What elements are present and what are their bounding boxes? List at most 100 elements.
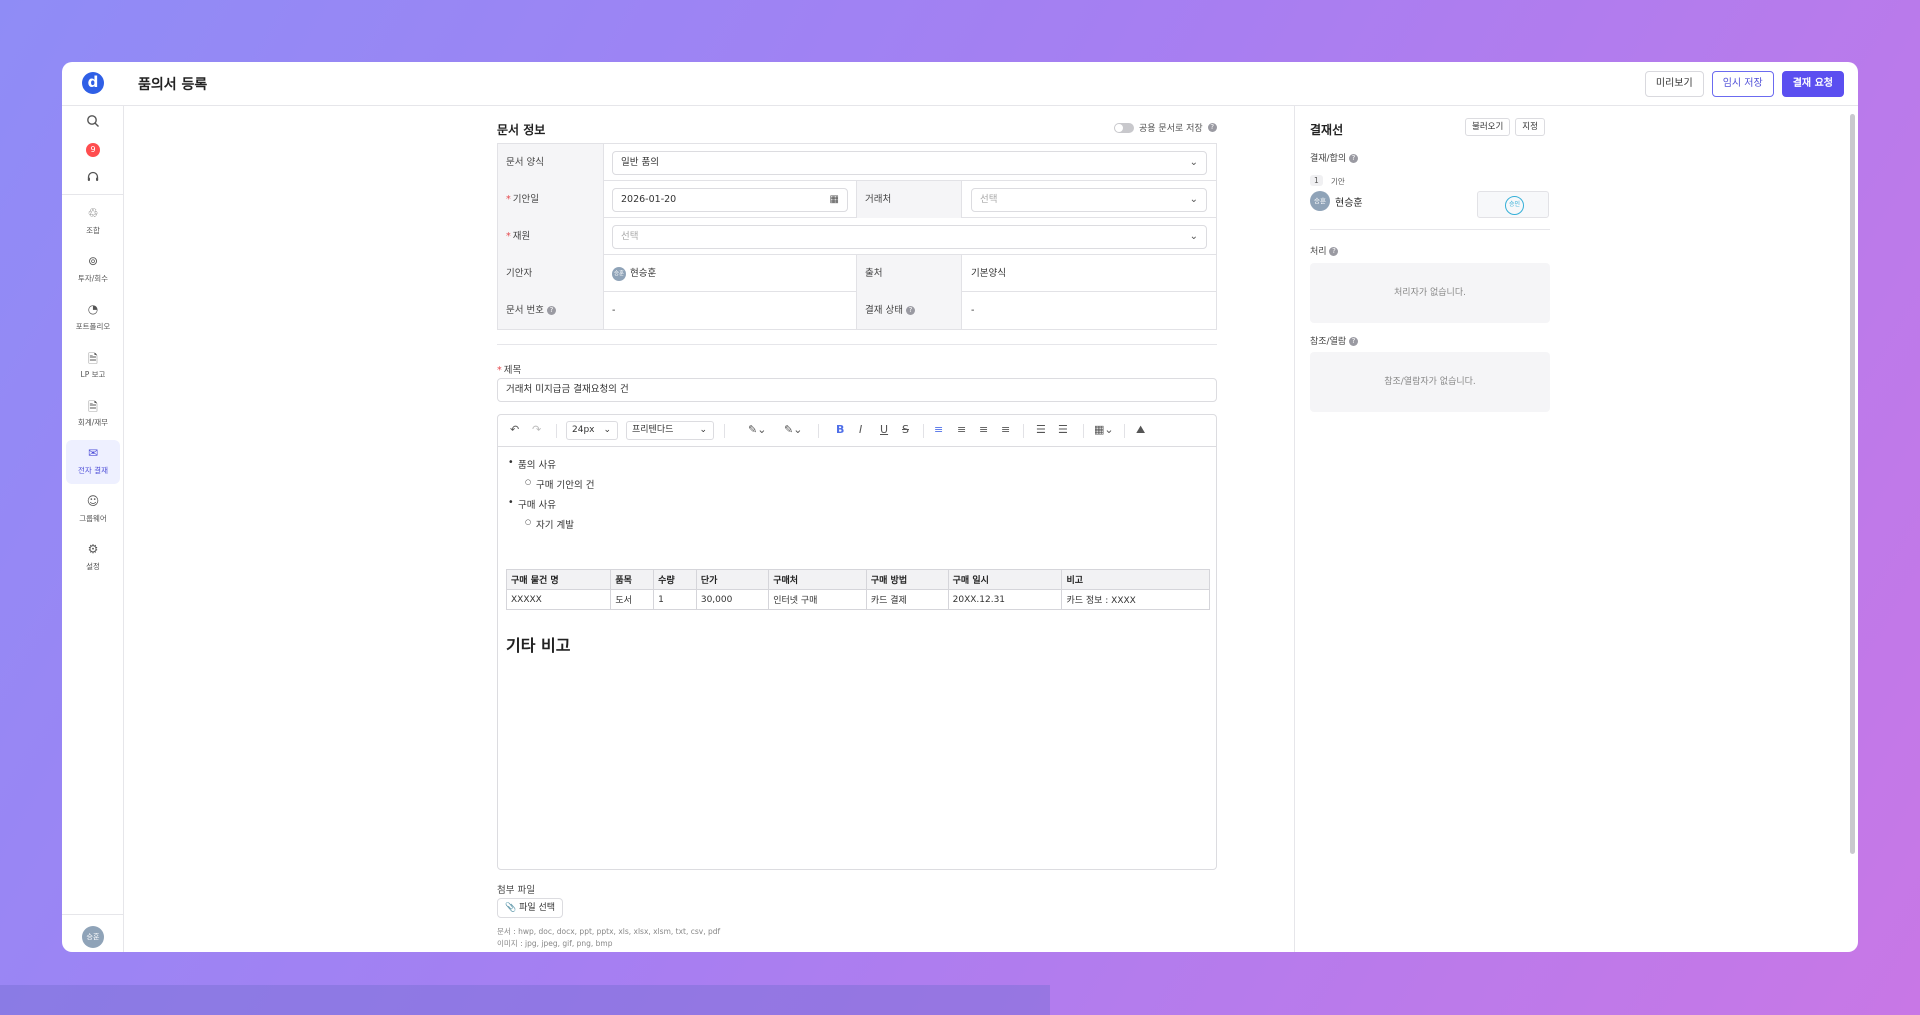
scrollbar[interactable] [1850, 114, 1855, 854]
preview-button[interactable]: 미리보기 [1644, 71, 1704, 97]
table-cell[interactable]: 30,000 [695, 589, 770, 610]
header-actions: 미리보기 임시 저장 결재 요청 [1644, 71, 1844, 97]
sidebar-item-union[interactable]: ♲ 조합 [66, 200, 120, 244]
sidebar-item-investment[interactable]: ⊚ 투자/회수 [66, 248, 120, 292]
approval-request-button[interactable]: 결재 요청 [1781, 71, 1844, 97]
approval-line-actions: 불러오기 지정 [1465, 118, 1545, 136]
form-type-select[interactable]: 일반 품의 ⌄ [612, 151, 1207, 175]
highlight-icon[interactable]: ✎⌄ [784, 423, 802, 436]
draft-date-input[interactable]: 2026-01-20 ▦ [612, 188, 848, 212]
list-item: 품의 사유 [508, 457, 556, 471]
approval-line-title: 결재선 [1310, 123, 1344, 137]
chevron-down-icon: ⌄ [603, 425, 611, 435]
bold-icon[interactable]: B [836, 423, 844, 436]
temp-save-button[interactable]: 임시 저장 [1711, 71, 1774, 97]
sidebar-item-settings[interactable]: ⚙ 설정 [66, 536, 120, 580]
table-header: 비고 [1061, 569, 1210, 590]
help-icon[interactable]: ? [906, 306, 916, 315]
sidebar-item-groupware[interactable]: ☺ 그룹웨어 [66, 488, 120, 532]
sidebar-item-lp-report[interactable]: 🗎 LP 보고 [66, 344, 120, 388]
toggle-switch[interactable] [1114, 122, 1134, 133]
form-type-value: 일반 품의 [621, 157, 659, 168]
help-icon[interactable]: ? [1349, 154, 1359, 163]
notification-badge[interactable]: 9 [86, 143, 100, 157]
drafter-value: 승훈 현승훈 [612, 266, 657, 281]
editor-toolbar: ↶ ↷ 24px ⌄ 프리텐다드 ⌄ ✎⌄ ✎⌄ B I U S ≡ ≡ ≡ ≡… [498, 415, 1216, 447]
table-cell[interactable]: XXXXX [505, 589, 612, 610]
image-icon[interactable]: ⛰ [1136, 423, 1145, 437]
table-row: XXXXX 도서 1 30,000 인터넷 구매 카드 결제 20XX.12.3… [505, 589, 1210, 610]
approver: 승훈 현승훈 [1310, 191, 1363, 211]
table-icon[interactable]: ▦⌄ [1094, 423, 1114, 436]
numbered-list-icon[interactable]: ☰ [1058, 423, 1068, 436]
toolbar-separator [818, 424, 819, 438]
underline-icon[interactable]: U [880, 423, 888, 436]
section-divider [497, 344, 1217, 345]
sidebar-item-portfolio[interactable]: ◔ 포트폴리오 [66, 296, 120, 340]
text-color-icon[interactable]: ✎⌄ [748, 423, 766, 436]
table-cell[interactable]: 카드 결제 [865, 589, 949, 610]
vendor-select[interactable]: 선택 ⌄ [971, 188, 1207, 212]
table-cell[interactable]: 1 [653, 589, 697, 610]
help-icon[interactable]: ? [1349, 337, 1359, 346]
table-header: 단가 [695, 569, 770, 590]
list-item: 구매 기안의 건 [525, 477, 595, 491]
rich-text-editor[interactable]: ↶ ↷ 24px ⌄ 프리텐다드 ⌄ ✎⌄ ✎⌄ B I U S ≡ ≡ ≡ ≡… [497, 414, 1217, 870]
table-cell[interactable]: 20XX.12.31 [947, 589, 1063, 610]
headset-icon[interactable] [62, 170, 124, 188]
redo-icon[interactable]: ↷ [532, 423, 541, 436]
source-value: 기본양식 [971, 268, 1006, 279]
sidebar: 9 ♲ 조합 ⊚ 투자/회수 ◔ 포트폴리오 🗎 LP 보고 🗎 회계/재무 ✉… [62, 106, 124, 952]
bullet-list-icon[interactable]: ☰ [1036, 423, 1046, 436]
align-center-icon[interactable]: ≡ [957, 423, 966, 436]
table-header: 수량 [653, 569, 697, 590]
vendor-label: 거래처 [856, 181, 962, 218]
form-type-row: 문서 양식 일반 품의 ⌄ [498, 144, 1216, 181]
toolbar-separator [724, 424, 725, 438]
table-cell[interactable]: 카드 정보 : XXXX [1061, 589, 1210, 610]
process-label: 처리 ? [1310, 244, 1339, 257]
align-left-icon[interactable]: ≡ [934, 423, 943, 436]
fund-select[interactable]: 선택 ⌄ [612, 225, 1207, 249]
approval-panel: 결재선 불러오기 지정 결재/합의 ? 1 기안 승훈 현승훈 승인 처리 ? … [1294, 106, 1858, 952]
font-size-select[interactable]: 24px ⌄ [566, 421, 618, 440]
sidebar-item-label: 투자/회수 [77, 274, 109, 283]
sidebar-item-label: 설정 [86, 562, 100, 571]
align-justify-icon[interactable]: ≡ [1001, 423, 1010, 436]
calendar-icon[interactable]: ▦ [830, 189, 839, 211]
list-item: 자기 계발 [525, 517, 574, 531]
help-icon[interactable]: ? [1329, 247, 1339, 256]
sidebar-item-accounting[interactable]: 🗎 회계/재무 [66, 392, 120, 436]
reference-label: 참조/열람 ? [1310, 334, 1359, 347]
sidebar-item-label: LP 보고 [80, 370, 106, 379]
approval-stamp-box: 승인 [1477, 191, 1549, 218]
load-button[interactable]: 불러오기 [1465, 118, 1511, 136]
strikethrough-icon[interactable]: S [902, 423, 909, 436]
undo-icon[interactable]: ↶ [510, 423, 519, 436]
sidebar-item-label: 조합 [86, 226, 100, 235]
table-header: 구매 일시 [947, 569, 1063, 590]
help-icon[interactable]: ? [1207, 123, 1217, 132]
image-format-hint: 이미지 : jpg, jpeg, gif, png, bmp [497, 939, 613, 948]
sidebar-item-e-approval[interactable]: ✉ 전자 결재 [66, 440, 120, 484]
italic-icon[interactable]: I [859, 423, 862, 436]
doc-number-label: 문서 번호 ? [498, 292, 604, 329]
toolbar-separator [1083, 424, 1084, 438]
avatar: 승훈 [1310, 191, 1330, 211]
font-family-select[interactable]: 프리텐다드 ⌄ [626, 421, 714, 440]
subject-input[interactable]: 거래처 미지급금 결재요청의 건 [497, 378, 1217, 402]
assign-button[interactable]: 지정 [1515, 118, 1545, 136]
table-cell[interactable]: 도서 [610, 589, 655, 610]
share-toggle[interactable]: 공용 문서로 저장 ? [1114, 121, 1217, 134]
groupware-icon: ☺ [86, 494, 100, 508]
help-icon[interactable]: ? [547, 306, 557, 315]
user-avatar[interactable]: 승훈 [82, 926, 104, 948]
table-cell[interactable]: 인터넷 구매 [768, 589, 867, 610]
file-select-button[interactable]: 📎 파일 선택 [497, 898, 564, 918]
app-logo[interactable]: d [82, 72, 104, 94]
source-label: 출처 [856, 255, 962, 292]
align-right-icon[interactable]: ≡ [979, 423, 988, 436]
purchase-table[interactable]: 구매 물건 명 품목 수량 단가 구매처 구매 방법 구매 일시 비고 XXXX [505, 569, 1210, 610]
sidebar-item-label: 회계/재무 [77, 418, 109, 427]
search-icon[interactable] [62, 114, 124, 132]
